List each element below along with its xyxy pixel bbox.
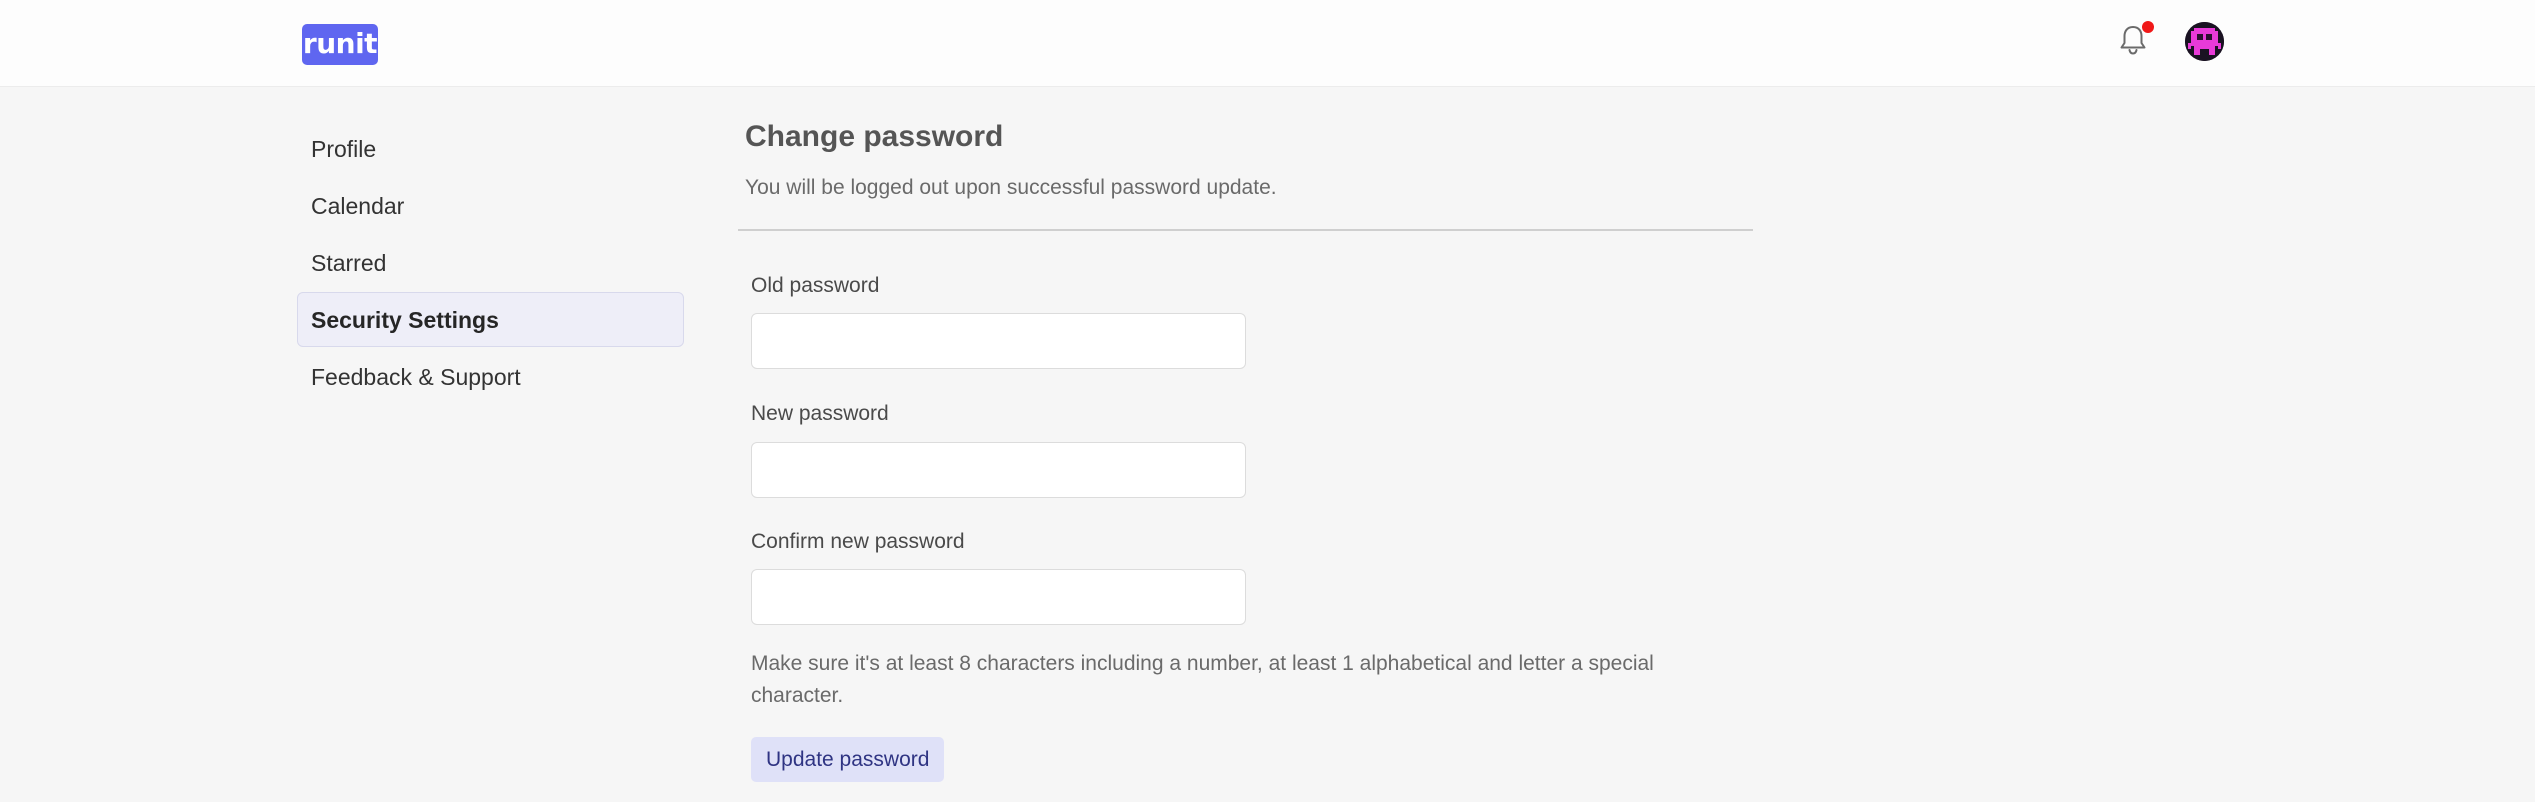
confirm-password-field[interactable]	[751, 569, 1246, 625]
new-password-label: New password	[751, 402, 889, 425]
sidebar-item-feedback-support[interactable]: Feedback & Support	[297, 349, 684, 404]
page-title: Change password	[745, 120, 1004, 153]
sidebar-item-profile[interactable]: Profile	[297, 121, 684, 176]
sidebar-item-starred[interactable]: Starred	[297, 235, 684, 290]
old-password-label: Old password	[751, 274, 880, 297]
sidebar-item-security-settings[interactable]: Security Settings	[297, 292, 684, 347]
update-password-button[interactable]: Update password	[751, 737, 945, 782]
confirm-password-label: Confirm new password	[751, 530, 965, 553]
new-password-field[interactable]	[751, 442, 1246, 498]
settings-sidebar: Profile Calendar Starred Security Settin…	[297, 121, 684, 406]
runit-logo[interactable]: runit	[302, 24, 378, 65]
user-avatar[interactable]	[2185, 22, 2224, 61]
notification-badge	[2142, 21, 2154, 33]
old-password-field[interactable]	[751, 313, 1246, 369]
pixel-monster-avatar-icon	[2185, 22, 2224, 61]
top-navigation-bar: runit	[0, 0, 2535, 87]
section-divider	[738, 229, 1753, 231]
sidebar-item-calendar[interactable]: Calendar	[297, 178, 684, 233]
page-subtitle: You will be logged out upon successful p…	[745, 176, 1277, 199]
password-requirements-hint: Make sure it's at least 8 characters inc…	[751, 652, 1654, 707]
